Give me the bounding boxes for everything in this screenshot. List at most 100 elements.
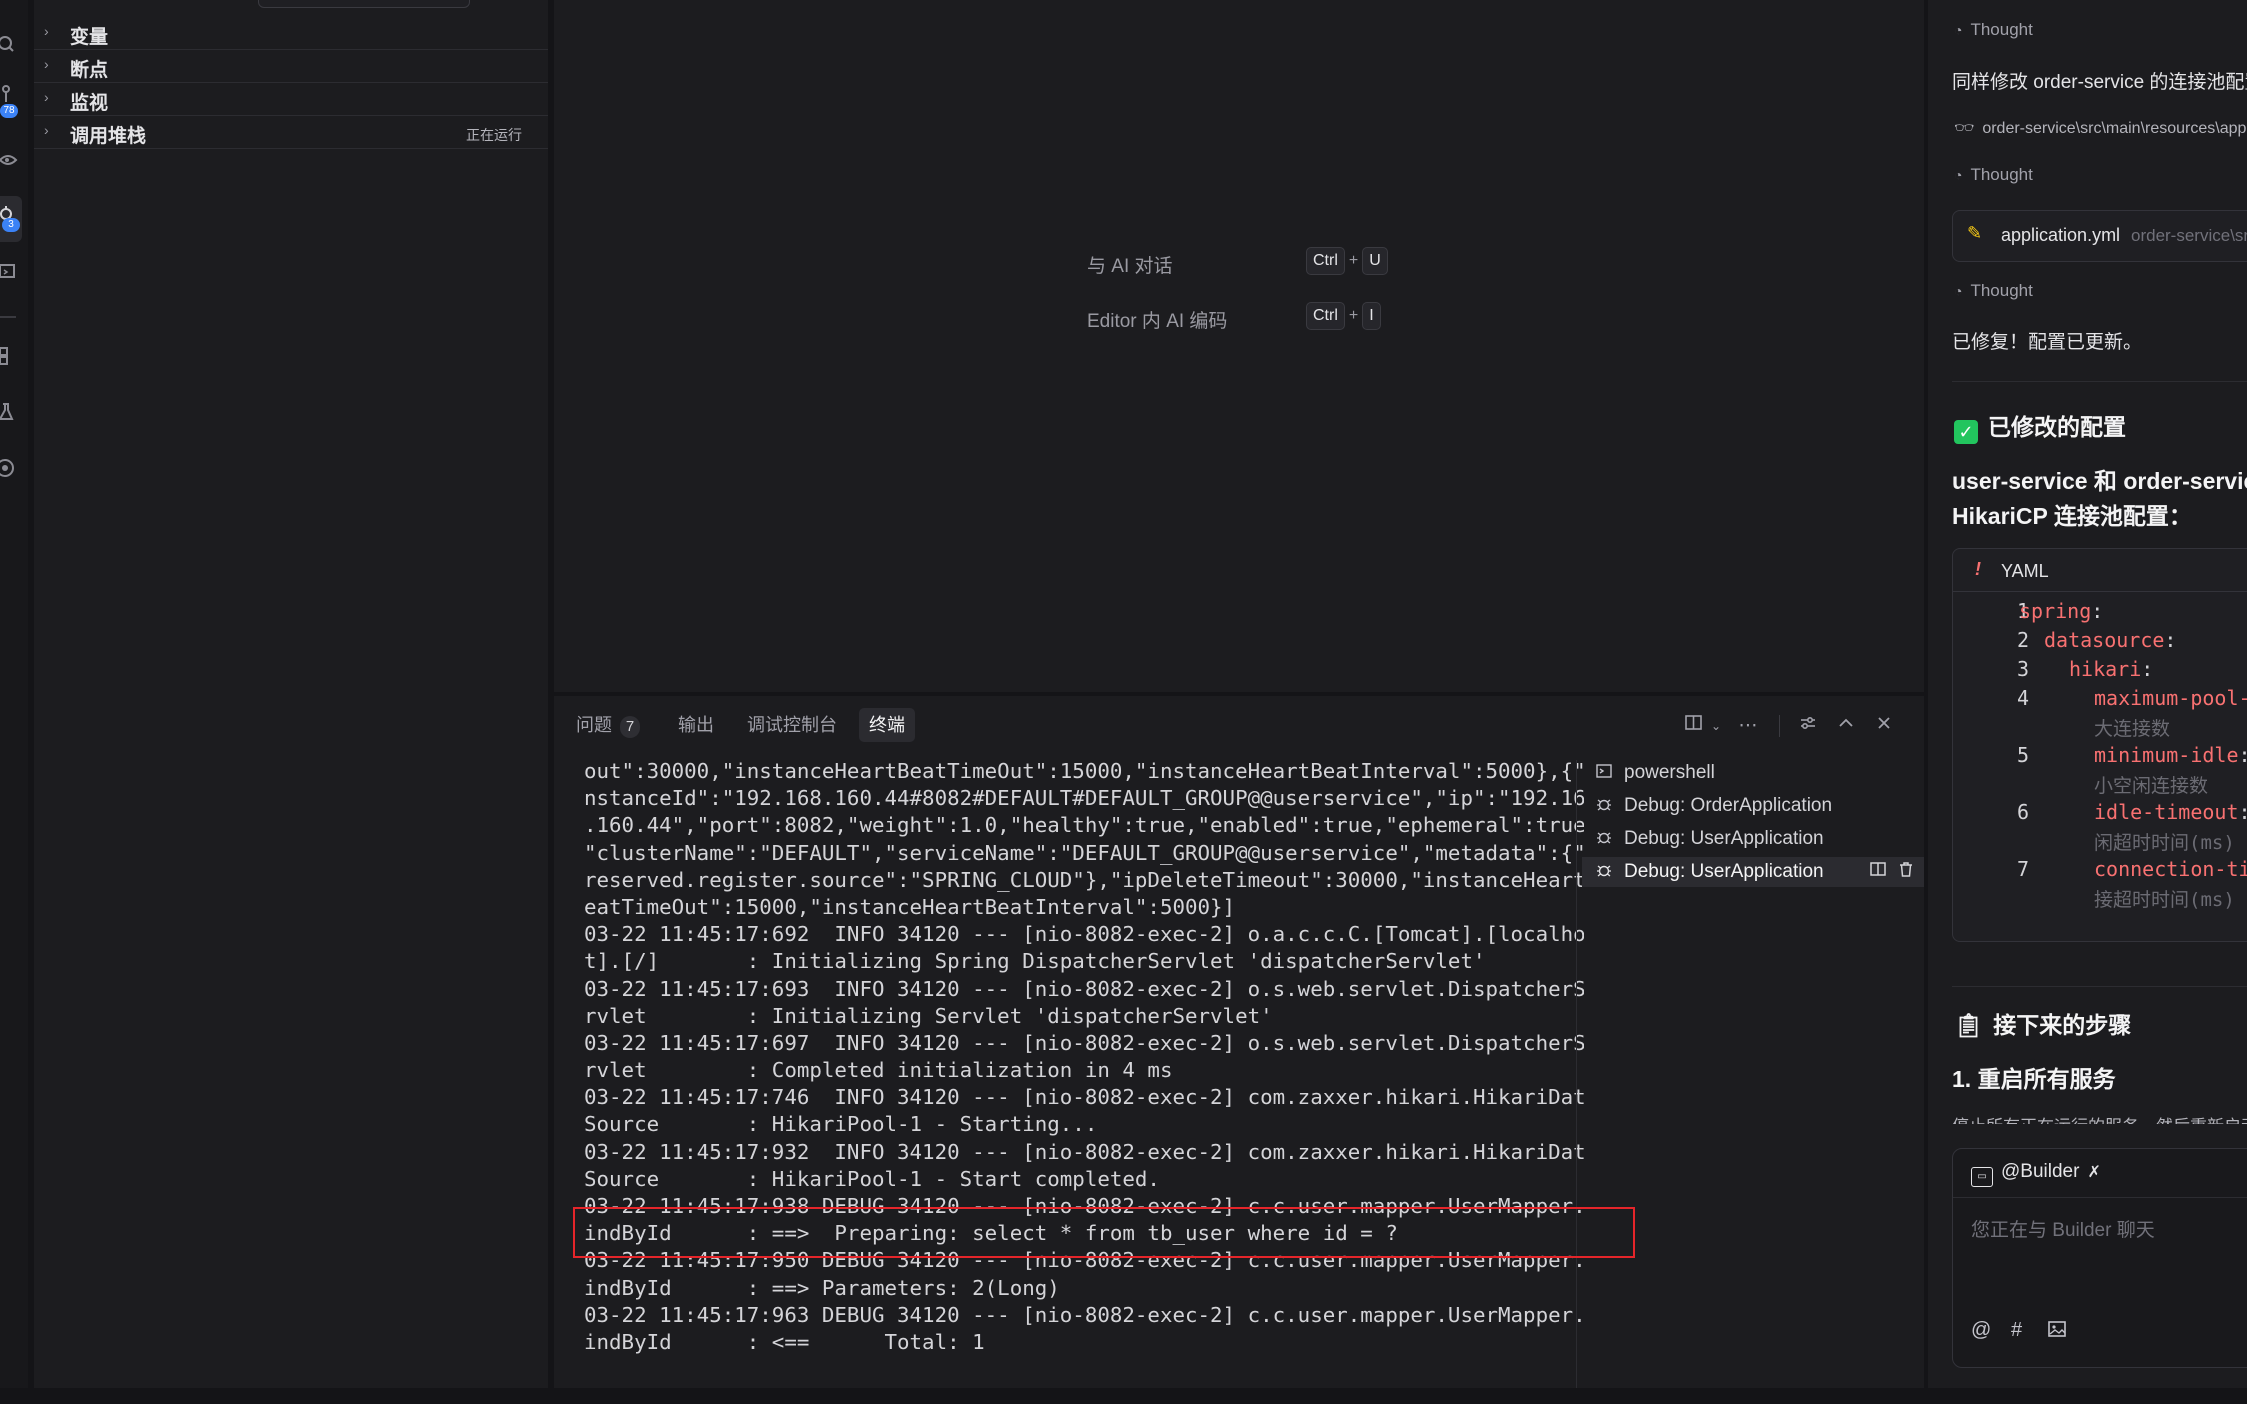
- file-reference[interactable]: 👓︎ order-service\src\main\resources\appli…: [1954, 118, 2247, 138]
- code-comment: 大连接数: [2094, 718, 2171, 740]
- terminal-item-label: powershell: [1624, 762, 1715, 783]
- shortcut-label: Editor 内 AI 编码: [1087, 311, 1228, 332]
- extensions-icon[interactable]: [0, 346, 18, 366]
- code-line-text: spring:: [2019, 599, 2104, 623]
- account-icon[interactable]: [0, 458, 18, 478]
- file-name: application.yml: [2001, 225, 2121, 245]
- yaml-key: idle-timeout: [2094, 800, 2239, 824]
- terminal-line: .160.44","port":8082,"weight":1.0,"healt…: [584, 813, 1584, 838]
- terminal-line: nstanceId":"192.168.160.44#8082#DEFAULT#…: [584, 786, 1584, 811]
- test-flask-icon[interactable]: [0, 402, 18, 422]
- search-icon[interactable]: [0, 34, 18, 54]
- terminal-item-powershell[interactable]: powershell: [1582, 758, 1924, 788]
- eye-icon[interactable]: [0, 150, 18, 170]
- terminal-line: out":30000,"instanceHeartBeatTimeOut":15…: [584, 759, 1584, 783]
- yaml-key: maximum-pool-size: [2094, 686, 2247, 710]
- source-control-icon[interactable]: [0, 84, 18, 104]
- tab-debug-console[interactable]: 调试控制台: [747, 708, 837, 742]
- section-variables[interactable]: › 变量: [34, 17, 548, 50]
- code-line-text: minimum-idle:: [2094, 743, 2247, 767]
- tab-problems[interactable]: 问题 7: [576, 708, 640, 742]
- shortcut-label: 与 AI 对话: [1087, 256, 1173, 277]
- image-icon[interactable]: [2047, 1319, 2067, 1344]
- chat-message: 已修复！配置已更新。: [1952, 332, 2143, 353]
- mention-icon[interactable]: @: [1971, 1319, 1991, 1342]
- split-terminal-icon[interactable]: [1682, 714, 1706, 738]
- thought-row[interactable]: ◔ Thought: [1954, 20, 2033, 40]
- code-line-text: hikari:: [2069, 657, 2154, 681]
- close-icon[interactable]: [1872, 714, 1896, 738]
- chevron-right-icon: ›: [44, 122, 49, 138]
- tab-output[interactable]: 输出: [678, 708, 714, 742]
- thought-row[interactable]: ◔ Thought: [1954, 281, 2033, 301]
- chat-input[interactable]: 您正在与 Builder 聊天: [1971, 1215, 2155, 1242]
- terminal-line: indById : ==> Preparing: select * from t…: [584, 1221, 1398, 1246]
- section-label: 断点: [70, 60, 109, 81]
- terminal-line: 03-22 11:45:17:692 INFO 34120 --- [nio-8…: [584, 922, 1584, 947]
- section-label: 变量: [70, 27, 109, 48]
- code-lang: YAML: [2001, 561, 2049, 581]
- heading-next: 📋︎ 接下来的步骤: [1954, 1006, 2131, 1040]
- debug-side-panel: › 变量 › 断点 › 监视 › 调用堆栈 正在运行: [34, 0, 548, 1388]
- bug-icon: [1594, 796, 1614, 816]
- thought-label: Thought: [1970, 20, 2033, 39]
- more-icon[interactable]: ⋯: [1736, 714, 1760, 738]
- terminal-icon: [1594, 763, 1614, 783]
- terminal-output[interactable]: out":30000,"instanceHeartBeatTimeOut":15…: [584, 758, 1584, 1358]
- yaml-key: hikari: [2069, 657, 2142, 681]
- builder-chip[interactable]: ▭ @Builder ✗: [1971, 1161, 2101, 1187]
- chevron-down-icon[interactable]: ⌄: [1704, 714, 1728, 738]
- tab-label: 终端: [869, 715, 905, 735]
- code-line-number: 6: [2016, 800, 2029, 824]
- terminal-line: 03-22 11:45:17:697 INFO 34120 --- [nio-8…: [584, 1030, 1584, 1055]
- code-line-number: 5: [2016, 743, 2029, 767]
- file-path: order-service\src\main\resources\applica…: [1982, 120, 2247, 137]
- divider: [1953, 1197, 2247, 1198]
- terminal-item-debug-user[interactable]: Debug: UserApplication: [1582, 824, 1924, 854]
- code-comment: 闲超时时间(ms): [2094, 832, 2235, 854]
- key-cap: U: [1362, 247, 1388, 275]
- terminal-item-label: Debug: UserApplication: [1624, 828, 1824, 849]
- code-line-text: connection-timeout:: [2094, 857, 2247, 881]
- bug-icon: [1594, 862, 1614, 882]
- file-edit-card[interactable]: ✎ application.yml order-service\src\main…: [1952, 210, 2247, 262]
- terminal-line: t].[/] : Initializing Spring DispatcherS…: [584, 949, 1486, 974]
- tab-label: 调试控制台: [747, 715, 837, 735]
- section-watch[interactable]: › 监视: [34, 83, 548, 116]
- split-icon[interactable]: [1870, 861, 1886, 882]
- yaml-key: spring: [2019, 599, 2092, 623]
- chat-message: 同样修改 order-service 的连接池配置: [1952, 72, 2247, 93]
- tab-terminal[interactable]: 终端: [859, 708, 915, 742]
- hash-icon[interactable]: #: [2011, 1319, 2022, 1342]
- section-breakpoints[interactable]: › 断点: [34, 50, 548, 83]
- status-strip: [0, 1388, 2247, 1404]
- code-line-number: 4: [2016, 686, 2029, 710]
- lightbulb-icon: ◔: [1954, 167, 1963, 183]
- terminal-list-divider: [1576, 760, 1577, 1388]
- panel-tab-bar: 问题 7 输出 调试控制台 终端 ⌄ ⋯: [554, 696, 1924, 756]
- settings-sliders-icon[interactable]: [1796, 714, 1820, 738]
- edit-icon: ✎: [1967, 223, 1983, 243]
- trash-icon[interactable]: [1898, 861, 1914, 882]
- scm-badge: 78: [0, 104, 18, 118]
- builder-label: @Builder: [2001, 1161, 2080, 1182]
- debug-config-select[interactable]: [258, 0, 470, 8]
- maximize-panel-icon[interactable]: [1834, 714, 1858, 738]
- section-label: 监视: [70, 93, 109, 114]
- summary-line: HikariCP 连接池配置：: [1952, 503, 2192, 529]
- divider: [1952, 986, 2247, 987]
- remote-icon[interactable]: [0, 262, 18, 282]
- shortcut-keys: Ctrl + I: [1306, 302, 1381, 330]
- section-call-stack[interactable]: › 调用堆栈 正在运行: [34, 116, 548, 149]
- thought-row[interactable]: ◔ Thought: [1954, 165, 2033, 185]
- bottom-panel: 问题 7 输出 调试控制台 终端 ⌄ ⋯ out":30000,"instance…: [554, 696, 1924, 1388]
- terminal-item-debug-user-active[interactable]: Debug: UserApplication: [1582, 857, 1924, 887]
- terminal-line: indById : ==> Parameters: 2(Long): [584, 1275, 1060, 1300]
- terminal-item-label: Debug: OrderApplication: [1624, 795, 1833, 816]
- terminal-line: 03-22 11:45:17:932 INFO 34120 --- [nio-8…: [584, 1139, 1584, 1164]
- code-line-number: 7: [2016, 857, 2029, 881]
- code-block[interactable]: ! YAML 1 spring: 2 datasource: 3 hikari: 4 maxi…: [1952, 548, 2247, 942]
- terminal-item-debug-order[interactable]: Debug: OrderApplication: [1582, 791, 1924, 821]
- activity-separator: [0, 316, 16, 318]
- terminal-line: Source : HikariPool-1 - Starting...: [584, 1112, 1098, 1137]
